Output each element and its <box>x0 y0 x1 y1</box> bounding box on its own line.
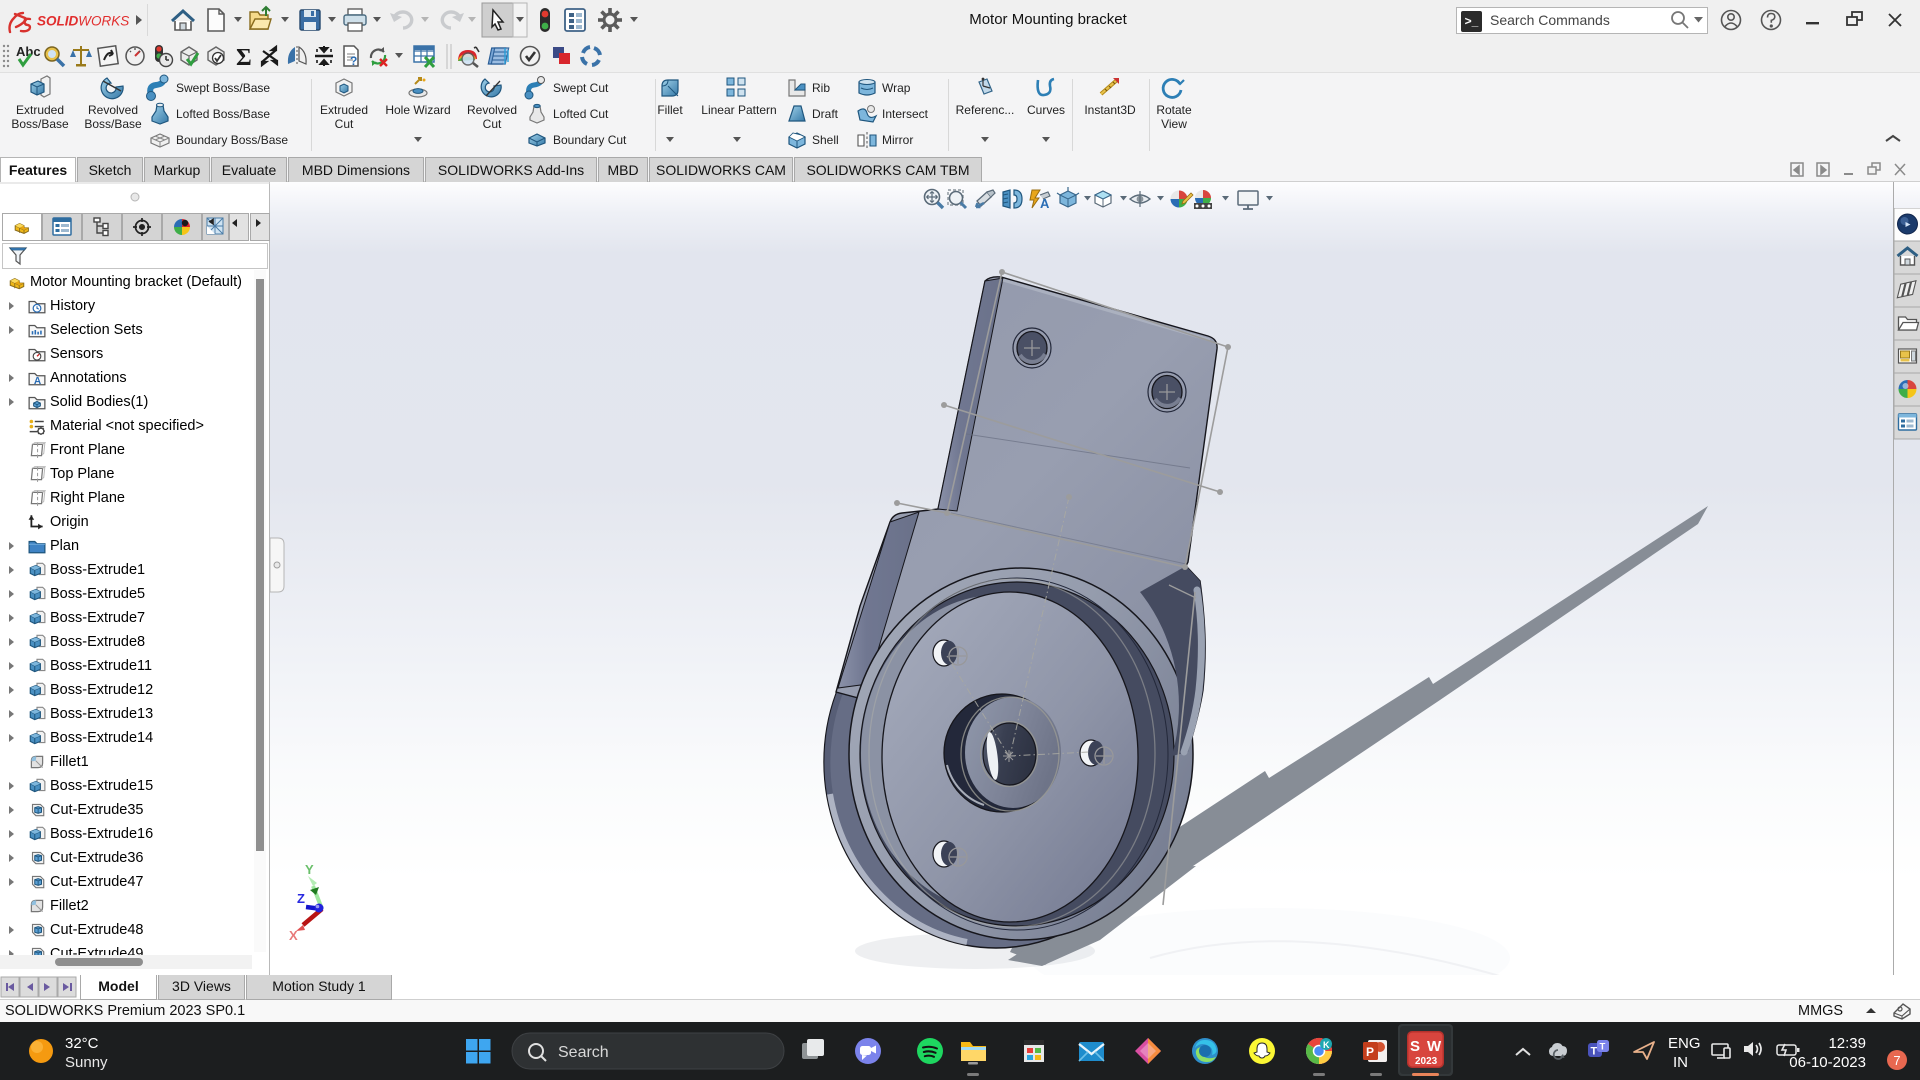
svg-text:W: W <box>1427 1038 1442 1055</box>
svg-text:06-10-2023: 06-10-2023 <box>1789 1054 1866 1071</box>
svg-text:T: T <box>1600 1042 1606 1053</box>
svg-text:2023: 2023 <box>1415 1056 1438 1067</box>
svg-text:Sunny: Sunny <box>65 1054 108 1071</box>
svg-text:A: A <box>1040 196 1050 211</box>
svg-text:Σ: Σ <box>236 45 252 71</box>
svg-text:IN: IN <box>1673 1054 1688 1071</box>
svg-text:P: P <box>1366 1045 1374 1059</box>
svg-text:?: ? <box>350 54 357 68</box>
svg-text:ENG: ENG <box>1668 1035 1701 1052</box>
svg-text:Z: Z <box>297 891 305 906</box>
svg-text:12:39: 12:39 <box>1828 1035 1866 1052</box>
svg-text:S: S <box>1410 1038 1420 1055</box>
svg-text:K: K <box>1323 1040 1330 1050</box>
svg-text:32°C: 32°C <box>65 1035 99 1052</box>
svg-text:7: 7 <box>1893 1053 1900 1068</box>
svg-text:T: T <box>1591 1046 1598 1058</box>
svg-text:Y: Y <box>305 862 314 877</box>
svg-text:X: X <box>289 928 298 943</box>
svg-text:Search: Search <box>558 1044 609 1061</box>
